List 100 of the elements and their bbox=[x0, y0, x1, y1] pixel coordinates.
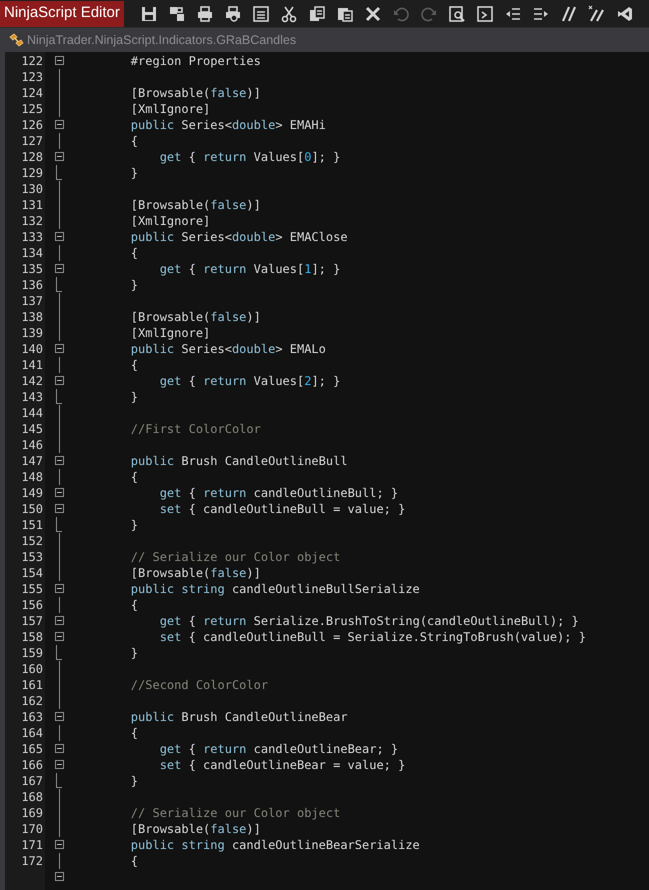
code-line: get { return candleOutlineBear; } bbox=[158, 741, 398, 757]
code-line: } bbox=[130, 165, 138, 181]
console-icon bbox=[476, 4, 494, 22]
line-number: 131 bbox=[21, 198, 43, 212]
fold-guide-line bbox=[58, 245, 60, 261]
line-number: 163 bbox=[21, 710, 43, 724]
line-number: 159 bbox=[21, 646, 43, 660]
code-line: set { candleOutlineBull = value; } bbox=[158, 501, 406, 517]
code-line: //First ColorColor bbox=[130, 421, 261, 437]
code-line: [XmlIgnore] bbox=[130, 325, 210, 341]
line-number: 170 bbox=[21, 822, 43, 836]
code-line: } bbox=[130, 773, 138, 789]
print-preview-icon bbox=[224, 4, 242, 22]
line-number: 157 bbox=[21, 614, 43, 628]
bowtie-icon bbox=[616, 4, 634, 22]
line-number: 156 bbox=[21, 598, 43, 612]
code-line: [Browsable(false)] bbox=[130, 309, 261, 325]
fold-end-line bbox=[56, 389, 62, 405]
close-icon bbox=[364, 4, 382, 22]
undo-icon bbox=[392, 4, 410, 22]
line-number: 139 bbox=[21, 326, 43, 340]
document-icon bbox=[252, 4, 270, 22]
code-line: { bbox=[130, 725, 138, 741]
line-number: 149 bbox=[21, 486, 43, 500]
code-line: get { return candleOutlineBull; } bbox=[158, 485, 398, 501]
copy-icon bbox=[308, 4, 326, 22]
code-line: { bbox=[130, 853, 138, 869]
code-line: [Browsable(false)] bbox=[130, 197, 261, 213]
puzzle-icon bbox=[8, 32, 24, 48]
code-line: set { candleOutlineBear = value; } bbox=[158, 757, 406, 773]
code-line: } bbox=[130, 389, 138, 405]
line-number: 154 bbox=[21, 566, 43, 580]
line-number: 133 bbox=[21, 230, 43, 244]
line-number: 150 bbox=[21, 502, 43, 516]
fold-end-line bbox=[56, 645, 62, 661]
line-number: 140 bbox=[21, 342, 43, 356]
code-line: } bbox=[130, 517, 138, 533]
code-line: { bbox=[130, 245, 138, 261]
line-number: 169 bbox=[21, 806, 43, 820]
line-number: 128 bbox=[21, 150, 43, 164]
line-number: 161 bbox=[21, 678, 43, 692]
code-line: set { candleOutlineBull = Serialize.StringToBrush(value); } bbox=[158, 629, 586, 645]
line-number: 172 bbox=[21, 854, 43, 868]
line-number: 130 bbox=[21, 182, 43, 196]
line-number: 155 bbox=[21, 582, 43, 596]
cut-icon bbox=[280, 4, 298, 22]
code-line: [XmlIgnore] bbox=[130, 213, 210, 229]
line-number: 132 bbox=[21, 214, 43, 228]
line-number: 147 bbox=[21, 454, 43, 468]
fold-guide-line bbox=[58, 469, 60, 485]
line-number: 126 bbox=[21, 118, 43, 132]
code-line: get { return Values[1]; } bbox=[158, 261, 340, 277]
line-number: 142 bbox=[21, 374, 43, 388]
line-number: 137 bbox=[21, 294, 43, 308]
line-number: 125 bbox=[21, 102, 43, 116]
line-number: 158 bbox=[21, 630, 43, 644]
fold-guide-line bbox=[58, 853, 60, 869]
code-line: // Serialize our Color object bbox=[130, 805, 340, 821]
line-number: 124 bbox=[21, 86, 43, 100]
line-number: 127 bbox=[21, 134, 43, 148]
line-number: 122 bbox=[21, 54, 43, 68]
save-icon bbox=[140, 4, 158, 22]
fold-end-line bbox=[56, 277, 62, 293]
line-number: 167 bbox=[21, 774, 43, 788]
print-icon bbox=[196, 4, 214, 22]
uncomment-icon bbox=[588, 4, 606, 22]
line-number: 168 bbox=[21, 790, 43, 804]
code-line: [Browsable(false)] bbox=[130, 565, 261, 581]
code-line: { bbox=[130, 597, 138, 613]
line-number: 129 bbox=[21, 166, 43, 180]
line-number: 145 bbox=[21, 422, 43, 436]
line-number: 151 bbox=[21, 518, 43, 532]
code-line: get { return Serialize.BrushToString(candleOutlineBull); } bbox=[158, 613, 579, 629]
redo-icon bbox=[420, 4, 438, 22]
code-line: } bbox=[130, 277, 138, 293]
fold-guide-line bbox=[58, 725, 60, 741]
code-line: [XmlIgnore] bbox=[130, 101, 210, 117]
code-line: #region Properties bbox=[130, 53, 261, 69]
fold-guide-line bbox=[58, 597, 60, 613]
code-line: { bbox=[130, 133, 138, 149]
code-line: public string candleOutlineBullSerialize bbox=[130, 581, 420, 597]
code-line: public Series<double> EMALo bbox=[130, 341, 326, 357]
line-number: 162 bbox=[21, 694, 43, 708]
line-number: 141 bbox=[21, 358, 43, 372]
code-line: public Series<double> EMAHi bbox=[130, 117, 326, 133]
line-number: 134 bbox=[21, 246, 43, 260]
line-number: 123 bbox=[21, 70, 43, 84]
code-line: } bbox=[130, 645, 138, 661]
code-line: [Browsable(false)] bbox=[130, 821, 261, 837]
fold-end-line bbox=[56, 773, 62, 789]
fold-end-line bbox=[56, 165, 62, 181]
line-number: 148 bbox=[21, 470, 43, 484]
windows-icon bbox=[168, 4, 186, 22]
fold-guide-line bbox=[58, 133, 60, 149]
line-number: 166 bbox=[21, 758, 43, 772]
line-number: 136 bbox=[21, 278, 43, 292]
code-line: { bbox=[130, 469, 138, 485]
fold-guide-line bbox=[58, 357, 60, 373]
code-line: // Serialize our Color object bbox=[130, 549, 340, 565]
line-number: 160 bbox=[21, 662, 43, 676]
